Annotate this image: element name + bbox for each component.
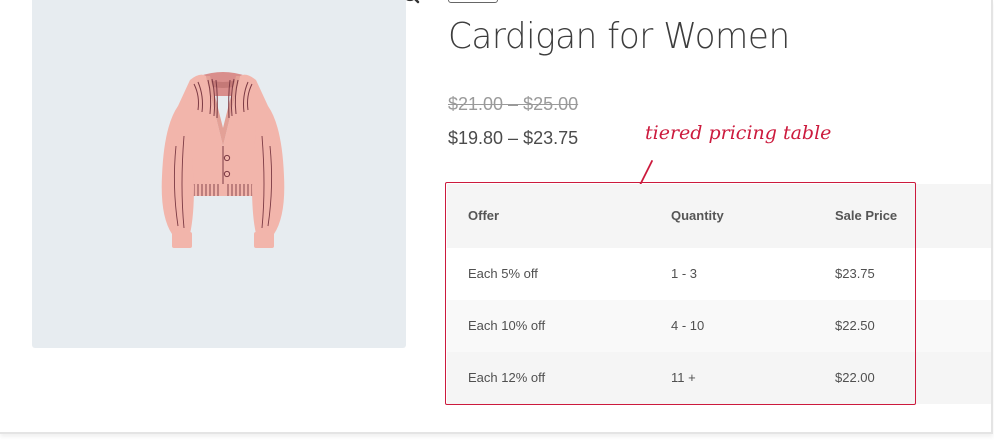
product-title: Cardigan for Women [448,16,790,57]
offer-cell: Each 10% off [468,318,546,333]
table-row: Each 10% off 4 - 10 $22.50 [447,300,991,352]
table-header-row: Offer Quantity Sale Price [447,184,991,248]
header-offer: Offer [468,208,500,223]
cardigan-product-image [161,72,285,248]
quantity-cell: 1 - 3 [671,266,698,281]
offer-cell: Each 12% off [468,370,546,385]
product-gallery[interactable] [32,0,420,348]
price-cell: $22.50 [835,318,875,333]
header-sale-price: Sale Price [835,208,898,223]
tiered-pricing-table: Offer Quantity Sale Price Each 5% off 1 … [447,184,991,404]
regular-price: $21.00 – $25.00 [448,94,579,114]
price-cell: $22.00 [835,370,875,385]
price-cell: $23.75 [835,266,875,281]
zoom-icon[interactable] [402,0,422,8]
quantity-cell: 11 + [671,370,696,385]
annotation-label: tiered pricing table [645,122,832,144]
table-row: Each 12% off 11 + $22.00 [447,352,991,404]
sale-price: $19.80 – $23.75 [448,128,579,148]
category-tag[interactable] [448,0,498,3]
product-page: Cardigan for Women $21.00 – $25.00 $19.8… [0,0,993,434]
header-quantity: Quantity [671,208,724,223]
quantity-cell: 4 - 10 [671,318,705,333]
table-row: Each 5% off 1 - 3 $23.75 [447,248,991,300]
offer-cell: Each 5% off [468,266,538,281]
